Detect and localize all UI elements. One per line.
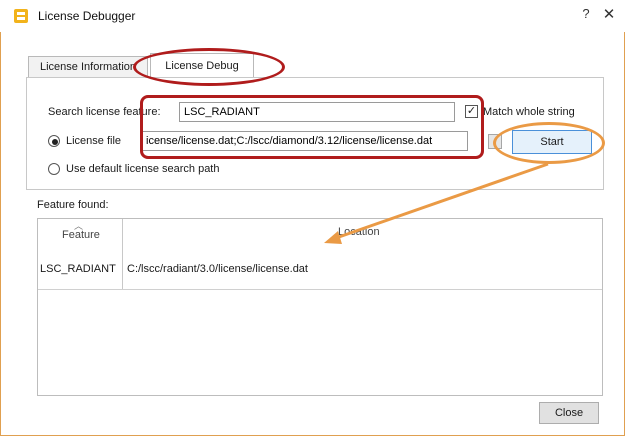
- annotation-arrow: [324, 162, 549, 244]
